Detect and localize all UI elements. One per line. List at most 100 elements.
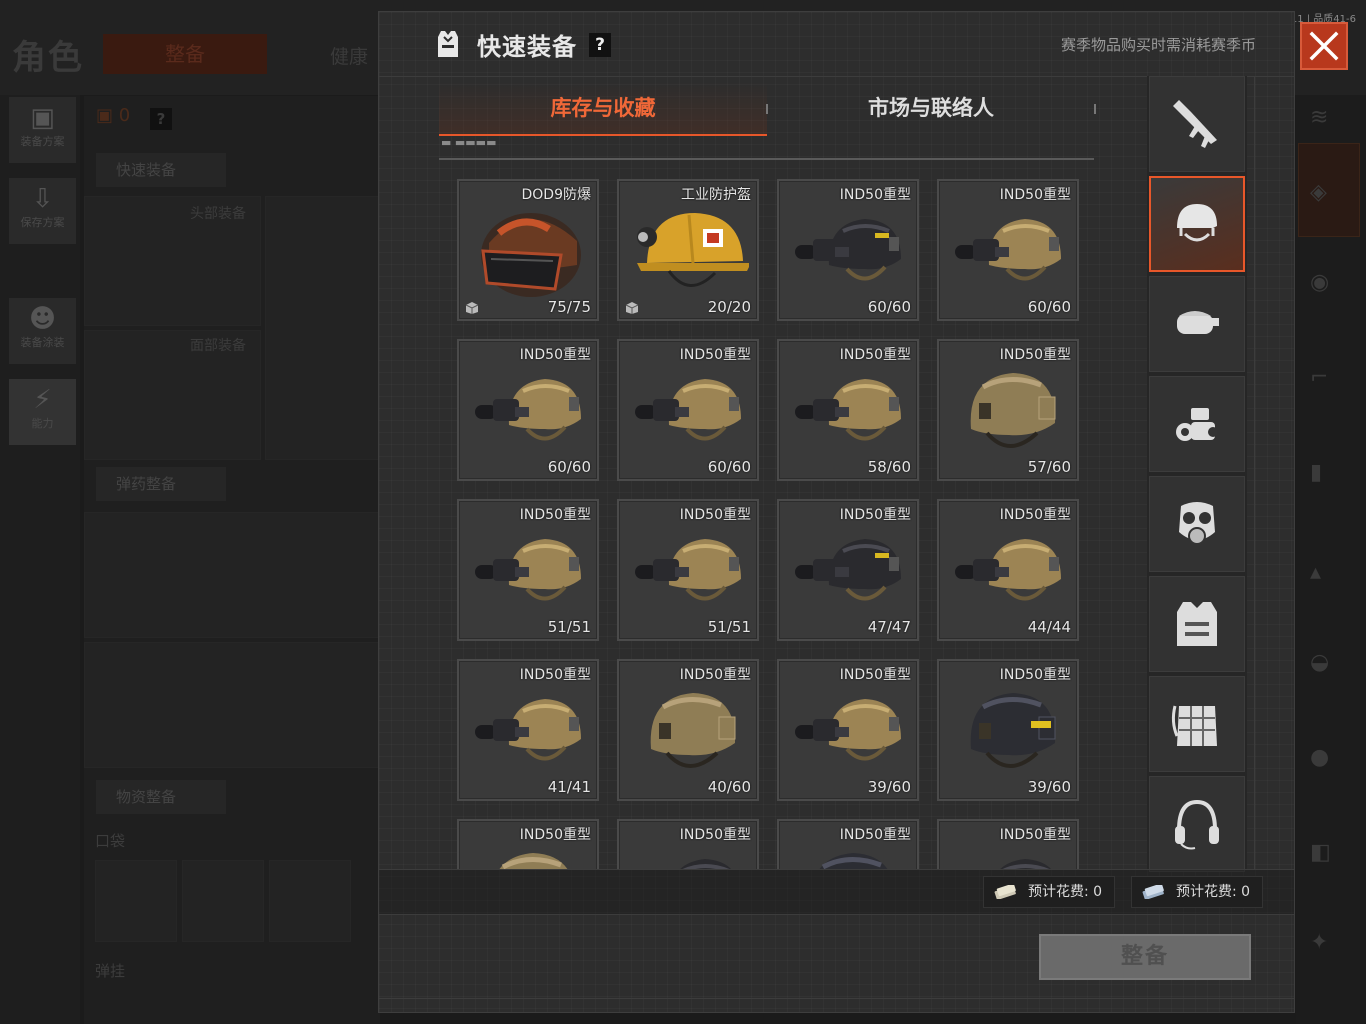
cost-value-2: 预计花费: 0 xyxy=(1176,884,1251,900)
filter-bar-text: ▬ ▬▬▬▬ xyxy=(441,136,497,146)
background-title: 角色 xyxy=(12,38,84,78)
dialog-title: 快速装备 xyxy=(477,33,577,61)
item-card[interactable]: IND50重型 60/60 xyxy=(457,339,599,481)
item-name: IND50重型 xyxy=(999,187,1071,203)
background-rig-label: 弹挂 xyxy=(95,962,126,980)
item-name: IND50重型 xyxy=(839,347,911,363)
category-headphones[interactable] xyxy=(1149,776,1245,872)
item-name: IND50重型 xyxy=(839,187,911,203)
item-card[interactable]: IND50重型 41/41 xyxy=(457,659,599,801)
background-quick-equip-button[interactable]: 快速装备 xyxy=(96,153,226,187)
background-armor-slot[interactable] xyxy=(265,196,382,460)
item-card[interactable]: 工业防护盔 20/20 xyxy=(617,179,759,321)
scroll-divider xyxy=(1254,76,1255,869)
item-name: IND50重型 xyxy=(679,347,751,363)
item-card[interactable]: IND50重型 xyxy=(617,819,759,869)
item-durability: 47/47 xyxy=(867,618,911,636)
item-card[interactable]: IND50重型 60/60 xyxy=(617,339,759,481)
background-pocket-slot[interactable] xyxy=(182,860,264,942)
pouch-icon[interactable]: ◒ xyxy=(1310,650,1329,675)
item-durability: 39/60 xyxy=(1027,778,1071,796)
body-armor-icon xyxy=(1177,602,1217,646)
background-pocket-label: 口袋 xyxy=(95,832,126,850)
item-card[interactable]: IND50重型 xyxy=(937,819,1079,869)
magazine-icon[interactable]: ▮ xyxy=(1310,460,1322,485)
background-weapon-slot-2[interactable] xyxy=(84,642,382,768)
item-card[interactable]: DOD9防爆 75/75 xyxy=(457,179,599,321)
category-body-armor[interactable] xyxy=(1149,576,1245,672)
background-pocket-slot[interactable] xyxy=(95,860,177,942)
close-button[interactable] xyxy=(1300,22,1348,70)
category-chest-rig[interactable] xyxy=(1149,676,1245,772)
bag-icon[interactable]: ◧ xyxy=(1310,840,1331,865)
background-right-active-slot xyxy=(1298,143,1360,237)
source-tabs: 库存与收藏 市场与联络人 xyxy=(439,82,1096,138)
helmet-image xyxy=(469,203,589,303)
item-name: IND50重型 xyxy=(999,507,1071,523)
category-headset-cover[interactable] xyxy=(1149,276,1245,372)
rifle-icon[interactable]: ⌐ xyxy=(1310,365,1328,390)
tab-inventory[interactable]: 库存与收藏 xyxy=(439,82,767,136)
background-tab-health[interactable]: 健康 xyxy=(330,42,368,69)
item-durability: 60/60 xyxy=(547,458,591,476)
season-note: 赛季物品购买时需消耗赛季币 xyxy=(1060,36,1256,54)
ability-button[interactable]: ⚡ 能力 xyxy=(9,379,76,445)
rifle-icon xyxy=(1173,100,1217,148)
close-icon xyxy=(1309,31,1339,61)
loadout-plan-label: 装备方案 xyxy=(20,135,65,148)
camera-icon[interactable]: ◉ xyxy=(1310,270,1329,295)
category-night-vision[interactable] xyxy=(1149,376,1245,472)
save-plan-button[interactable]: ⇩ 保存方案 xyxy=(9,178,76,244)
item-card[interactable]: IND50重型 51/51 xyxy=(617,499,759,641)
item-card[interactable]: IND50重型 xyxy=(777,819,919,869)
helmet-image xyxy=(949,843,1069,869)
category-gas-mask[interactable] xyxy=(1149,476,1245,572)
background-weapon-slot[interactable] xyxy=(84,512,382,638)
tab-market[interactable]: 市场与联络人 xyxy=(767,82,1095,134)
tab-separator xyxy=(766,104,768,114)
background-supplies-button[interactable]: 物资整备 xyxy=(96,780,226,814)
layer-icon[interactable]: ◈ xyxy=(1310,180,1327,205)
helmet-image xyxy=(469,843,589,869)
background-ammo-button[interactable]: 弹药整备 xyxy=(96,467,226,501)
quick-equip-dialog: 快速装备 ? 赛季物品购买时需消耗赛季币 库存与收藏 市场与联络人 ▬ ▬▬▬▬… xyxy=(378,11,1295,1013)
item-card[interactable]: IND50重型 57/60 xyxy=(937,339,1079,481)
item-card[interactable]: IND50重型 xyxy=(457,819,599,869)
equip-button[interactable]: 整备 xyxy=(1039,934,1251,980)
item-card[interactable]: IND50重型 39/60 xyxy=(777,659,919,801)
headset-cover-icon xyxy=(1177,311,1219,334)
helmet-image xyxy=(469,683,589,783)
background-tab-equip[interactable]: 整备 xyxy=(103,34,267,74)
stash-box-icon xyxy=(624,300,640,314)
item-card[interactable]: IND50重型 40/60 xyxy=(617,659,759,801)
helmet-image xyxy=(789,203,909,303)
item-card[interactable]: IND50重型 47/47 xyxy=(777,499,919,641)
item-card[interactable]: IND50重型 58/60 xyxy=(777,339,919,481)
helmet-image xyxy=(789,843,909,869)
save-plan-label: 保存方案 xyxy=(20,216,65,229)
category-helmet[interactable] xyxy=(1149,176,1245,272)
item-card[interactable]: IND50重型 39/60 xyxy=(937,659,1079,801)
item-card[interactable]: IND50重型 51/51 xyxy=(457,499,599,641)
help-button[interactable]: ? xyxy=(589,33,611,57)
grenade-icon[interactable]: ● xyxy=(1310,745,1329,770)
stack-icon[interactable]: ≋ xyxy=(1310,105,1328,130)
item-name: IND50重型 xyxy=(839,667,911,683)
item-name: IND50重型 xyxy=(999,827,1071,843)
cost-display-1: 预计花费: 0 xyxy=(983,876,1116,908)
item-card[interactable]: IND50重型 44/44 xyxy=(937,499,1079,641)
helmet-image xyxy=(949,363,1069,463)
background-pocket-slot[interactable] xyxy=(269,860,351,942)
item-name: IND50重型 xyxy=(679,507,751,523)
gas-mask-icon xyxy=(1179,502,1215,545)
loadout-plan-button[interactable]: ▣ 装备方案 xyxy=(9,97,76,163)
item-card[interactable]: IND50重型 60/60 xyxy=(937,179,1079,321)
background-help-button[interactable]: ? xyxy=(150,108,172,130)
item-grid: DOD9防爆 75/75 工业防护盔 20/20 IND50重型 60/60 IND5… xyxy=(457,179,1097,869)
item-card[interactable]: IND50重型 60/60 xyxy=(777,179,919,321)
bullet-icon[interactable]: ▴ xyxy=(1310,560,1321,585)
equipment-skin-button[interactable]: ☻ 装备涂装 xyxy=(9,298,76,364)
tool-icon[interactable]: ✦ xyxy=(1310,930,1328,955)
category-rifle[interactable] xyxy=(1149,76,1245,172)
helmet-image xyxy=(629,523,749,623)
